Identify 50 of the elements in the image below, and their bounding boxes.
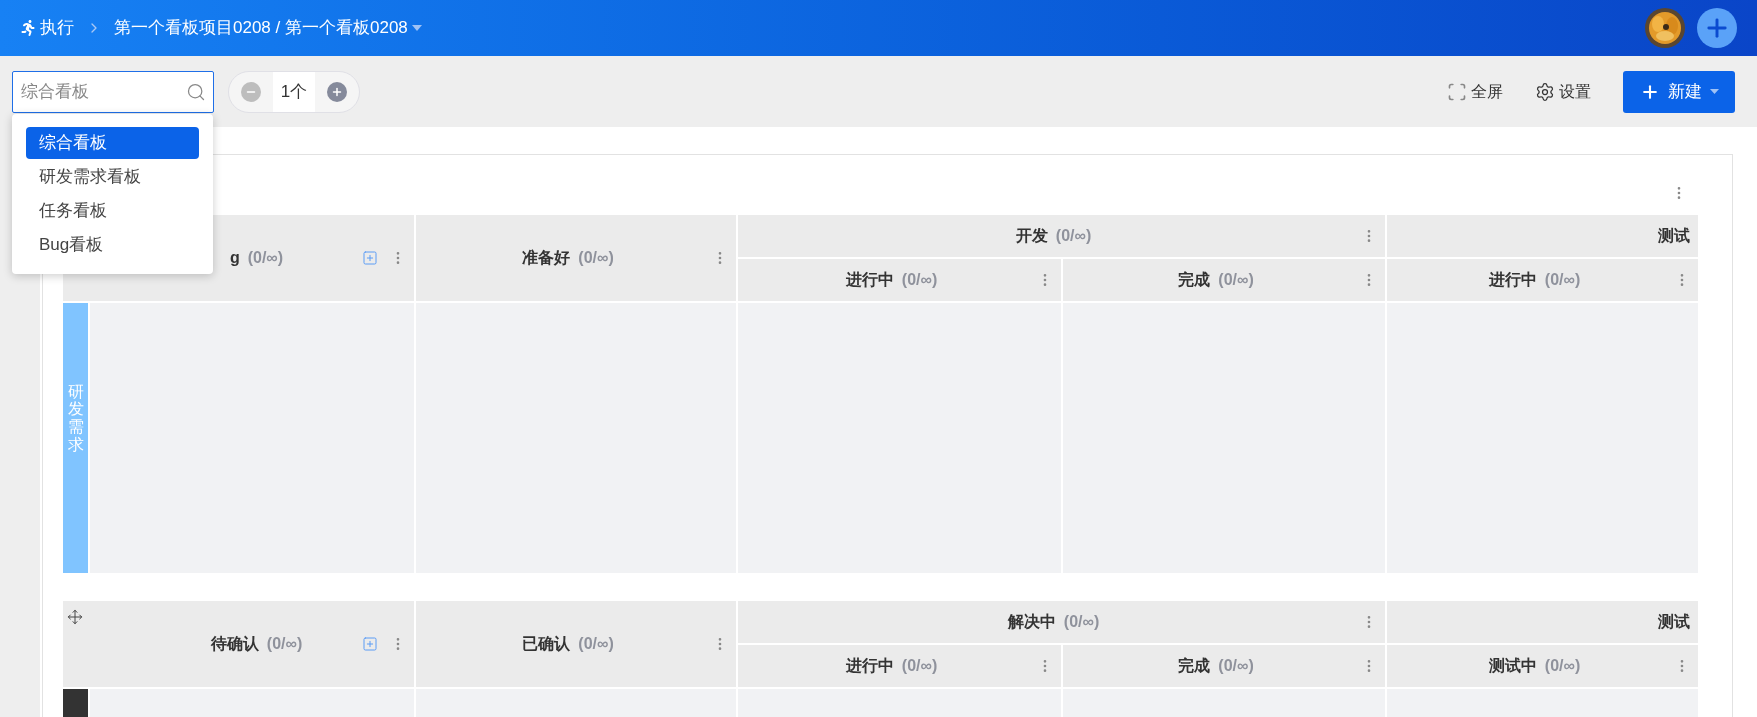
- column-count: (0/∞): [1218, 656, 1254, 676]
- column-title: 进行中: [1488, 270, 1537, 290]
- create-button[interactable]: 新建: [1623, 70, 1735, 113]
- column-count: (0/∞): [901, 270, 938, 290]
- column-title: 准备好: [522, 248, 571, 268]
- column-title: 解决中: [1007, 612, 1056, 632]
- search-field[interactable]: 综合看板: [12, 70, 214, 113]
- column-title: 测试: [1658, 226, 1690, 246]
- menu-item[interactable]: 研发需求看板: [26, 161, 199, 193]
- column-count: (0/∞): [1544, 270, 1581, 290]
- column-count: (0/∞): [578, 634, 614, 654]
- column-title: 已确认: [522, 634, 571, 654]
- menu-item[interactable]: 综合看板: [26, 127, 199, 159]
- column-count: (0/∞): [1218, 270, 1254, 290]
- runner-icon: [20, 20, 36, 36]
- column-count: (0/∞): [1063, 612, 1100, 632]
- column-title: 待确认: [210, 634, 259, 654]
- column-title: 完成: [1178, 656, 1211, 676]
- column-count: (0/∞): [1055, 226, 1092, 246]
- caret-icon[interactable]: [411, 25, 422, 31]
- column-title: 完成: [1178, 270, 1211, 290]
- fullscreen-icon: [1447, 81, 1467, 102]
- column-count: (0/∞): [247, 248, 284, 268]
- minus-icon[interactable]: [241, 81, 261, 102]
- column-title: 测试: [1658, 612, 1690, 632]
- column-title: 测试中: [1488, 656, 1537, 676]
- lane-title: 研发需求: [67, 382, 84, 454]
- plus-icon[interactable]: [327, 81, 347, 102]
- menu-item[interactable]: 任务看板: [26, 195, 199, 227]
- module-title[interactable]: 执行: [40, 15, 74, 41]
- menu-item[interactable]: Bug看板: [26, 229, 199, 261]
- fullscreen-button[interactable]: 全屏: [1447, 79, 1503, 104]
- stepper-value[interactable]: 1个: [272, 71, 316, 112]
- column-title: g: [229, 248, 240, 268]
- column-count: (0/∞): [578, 248, 614, 268]
- column-title: 进行中: [845, 656, 894, 676]
- column-title: 开发: [1015, 226, 1048, 246]
- settings-icon: [1535, 81, 1555, 102]
- add-icon[interactable]: [362, 636, 378, 652]
- column-count: (0/∞): [901, 656, 938, 676]
- add-icon[interactable]: [362, 250, 378, 266]
- move-icon[interactable]: [67, 609, 83, 625]
- search-icon[interactable]: [186, 81, 206, 102]
- column-count: (0/∞): [1544, 656, 1581, 676]
- column-title: 进行中: [845, 270, 894, 290]
- settings-button[interactable]: 设置: [1535, 79, 1591, 104]
- column-count: (0/∞): [266, 634, 303, 654]
- caret-icon: [1709, 89, 1719, 94]
- add-button[interactable]: [1697, 8, 1737, 48]
- breadcrumb[interactable]: 第一个看板项目0208 / 第一个看板0208: [114, 15, 408, 41]
